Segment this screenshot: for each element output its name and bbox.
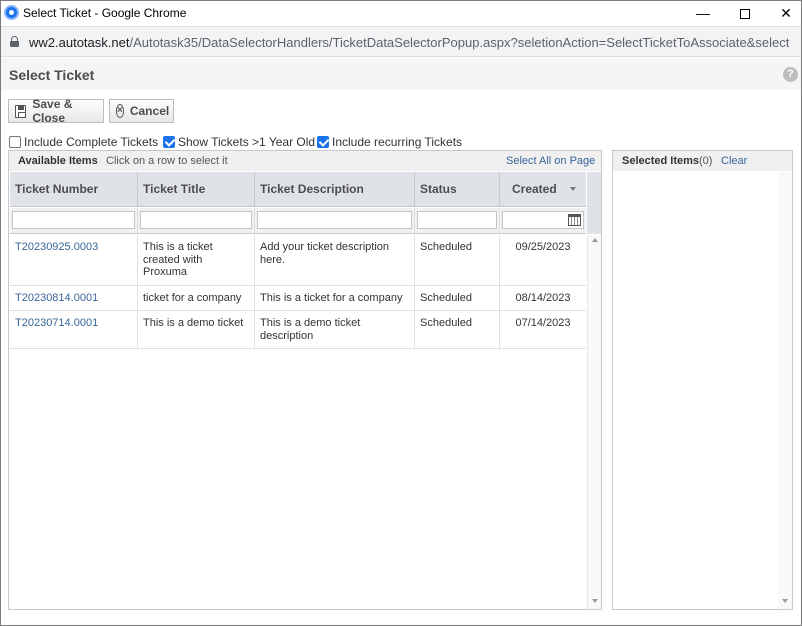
cell-status: Scheduled — [415, 235, 500, 285]
minimize-button[interactable]: — — [685, 3, 721, 23]
filter-ticket-title-input[interactable] — [140, 211, 252, 229]
cell-ticket-description: This is a demo ticket description — [255, 311, 415, 348]
cancel-label: Cancel — [129, 104, 170, 118]
window-title: Select Ticket - Google Chrome — [23, 6, 187, 20]
title-bar: Select Ticket - Google Chrome — ✕ — [1, 1, 801, 26]
url-path: /Autotask35/DataSelectorHandlers/TicketD… — [129, 35, 789, 50]
cancel-button[interactable]: × Cancel — [109, 99, 174, 123]
cell-ticket-number[interactable]: T20230925.0003 — [10, 235, 138, 285]
selected-items-header: Selected Items (0) Clear — [613, 151, 792, 171]
include-recurring-label: Include recurring Tickets — [332, 135, 463, 149]
scroll-down-arrow-icon[interactable] — [592, 599, 598, 603]
chrome-icon — [4, 5, 19, 20]
cell-status: Scheduled — [415, 285, 500, 310]
cell-ticket-description: Add your ticket description here. — [255, 235, 415, 285]
maximize-button[interactable] — [727, 3, 763, 23]
column-header-ticket-title[interactable]: Ticket Title — [138, 172, 255, 207]
include-recurring-checkbox[interactable] — [317, 136, 329, 148]
scroll-down-arrow-icon[interactable] — [782, 599, 788, 603]
grid-header-row: Ticket Number Ticket Title Ticket Descri… — [10, 172, 586, 207]
filter-cell-status — [415, 208, 500, 234]
filter-status-input[interactable] — [417, 211, 497, 229]
cell-ticket-title: ticket for a company — [138, 285, 255, 310]
maximize-icon — [740, 9, 750, 20]
save-close-button[interactable]: Save & Close — [8, 97, 104, 125]
url-host: ww2.autotask.net — [29, 35, 130, 50]
save-disk-icon — [15, 104, 27, 118]
include-complete-checkbox-row[interactable]: Include Complete Tickets — [9, 134, 158, 150]
available-items-header: Available Items Click on a row to select… — [9, 151, 601, 171]
include-complete-checkbox[interactable] — [9, 136, 21, 148]
cell-created: 07/14/2023 — [515, 317, 571, 329]
filter-cell-ticket-number — [10, 208, 138, 234]
show-old-checkbox[interactable] — [163, 136, 175, 148]
available-items-hint: Click on a row to select it — [106, 155, 228, 167]
selected-items-title: Selected Items — [622, 155, 700, 167]
show-old-checkbox-row[interactable]: Show Tickets >1 Year Old — [163, 134, 315, 150]
select-all-on-page-link[interactable]: Select All on Page — [506, 155, 595, 167]
filter-ticket-number-input[interactable] — [12, 211, 135, 229]
url-text[interactable]: ww2.autotask.net/Autotask35/DataSelector… — [29, 35, 789, 50]
save-close-label: Save & Close — [32, 97, 73, 125]
column-header-created[interactable]: Created — [500, 172, 586, 207]
available-items-panel: Available Items Click on a row to select… — [8, 150, 602, 610]
lock-icon[interactable] — [10, 36, 19, 47]
sort-descending-icon[interactable] — [570, 187, 576, 191]
include-recurring-checkbox-row[interactable]: Include recurring Tickets — [317, 134, 462, 150]
calendar-icon[interactable] — [568, 214, 581, 226]
selected-items-count: (0) — [699, 155, 713, 167]
clear-selected-link[interactable]: Clear — [721, 155, 747, 167]
selected-items-scrollbar[interactable] — [778, 172, 792, 609]
column-header-status[interactable]: Status — [415, 172, 500, 207]
cell-ticket-description: This is a ticket for a company — [255, 285, 415, 310]
scrollbar-header-spacer — [587, 172, 601, 234]
filter-cell-created — [500, 208, 586, 234]
cell-ticket-number[interactable]: T20230714.0001 — [10, 311, 138, 348]
cell-created: 08/14/2023 — [515, 291, 571, 304]
scroll-up-arrow-icon[interactable] — [592, 238, 598, 242]
grid-body: T20230925.0003 This is a ticket created w… — [10, 235, 586, 349]
table-row[interactable]: T20230925.0003 This is a ticket created w… — [10, 235, 586, 286]
cell-created: 09/25/2023 — [515, 241, 571, 253]
filter-cell-ticket-description — [255, 208, 415, 234]
cell-ticket-number[interactable]: T20230814.0001 — [10, 285, 138, 310]
browser-window: Select Ticket - Google Chrome — ✕ ww2.au… — [0, 0, 802, 626]
page-title: Select Ticket — [9, 67, 95, 83]
cell-status: Scheduled — [415, 311, 500, 348]
selected-items-panel: Selected Items (0) Clear — [612, 150, 793, 610]
column-header-created-label: Created — [512, 182, 557, 196]
cell-ticket-title: This is a ticket created with Proxuma — [138, 235, 255, 285]
table-row[interactable]: T20230814.0001 ticket for a company This i… — [10, 285, 586, 311]
filter-cell-ticket-title — [138, 208, 255, 234]
show-old-label: Show Tickets >1 Year Old — [178, 135, 316, 149]
column-header-ticket-number[interactable]: Ticket Number — [10, 172, 138, 207]
table-row[interactable]: T20230714.0001 This is a demo ticket This … — [10, 311, 586, 349]
close-window-button[interactable]: ✕ — [768, 3, 802, 23]
grid-filter-row — [10, 208, 586, 234]
cancel-x-icon: × — [116, 104, 124, 118]
column-header-ticket-description[interactable]: Ticket Description — [255, 172, 415, 207]
include-complete-label: Include Complete Tickets — [24, 135, 159, 149]
page-header: Select Ticket ? — [1, 58, 801, 90]
filter-ticket-description-input[interactable] — [257, 211, 412, 229]
cell-ticket-title: This is a demo ticket — [138, 311, 255, 348]
help-icon[interactable]: ? — [783, 67, 798, 82]
address-bar[interactable]: ww2.autotask.net/Autotask35/DataSelector… — [1, 26, 801, 57]
available-items-scrollbar[interactable] — [587, 235, 601, 609]
available-items-title: Available Items — [18, 155, 98, 167]
